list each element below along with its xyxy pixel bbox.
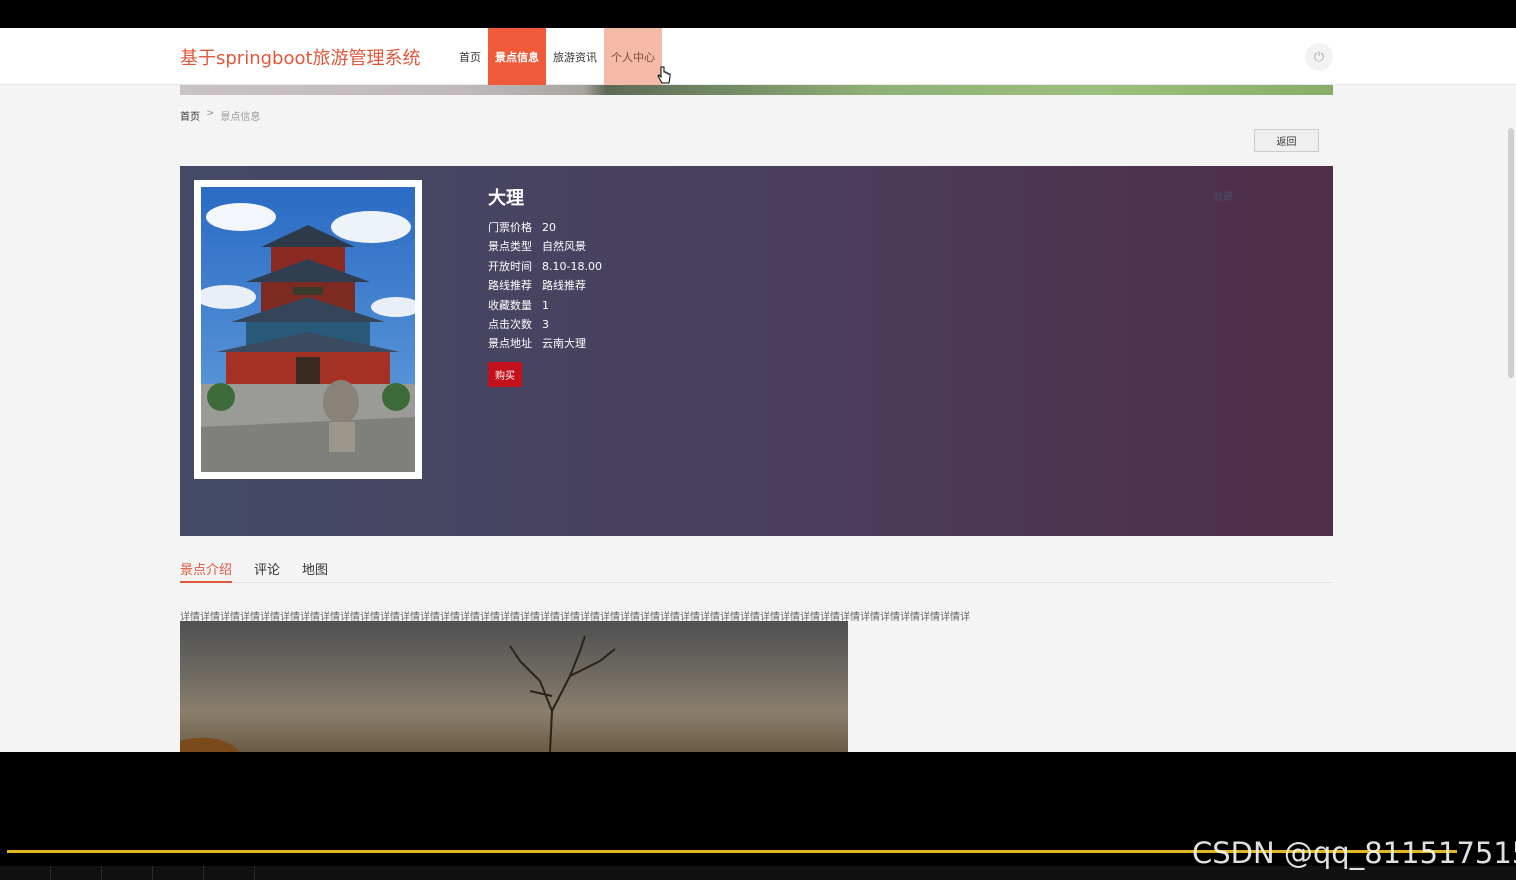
control-slot[interactable] <box>153 866 204 880</box>
nav-attractions[interactable]: 景点信息 <box>488 28 546 85</box>
buy-button[interactable]: 购买 <box>488 361 522 387</box>
control-slot[interactable] <box>204 866 255 880</box>
attraction-info: 大理 门票价格 20 景点类型 自然风景 开放时间 8.10-18.00 路线推… <box>488 184 602 387</box>
info-value: 8.10-18.00 <box>542 259 602 273</box>
web-page: 基于springboot旅游管理系统 首页 景点信息 旅游资讯 个人中心 ⏻ 首… <box>0 28 1516 752</box>
info-row-route: 路线推荐 路线推荐 <box>488 276 602 295</box>
info-value: 自然风景 <box>542 240 586 254</box>
info-row-address: 景点地址 云南大理 <box>488 334 602 353</box>
info-key: 开放时间 <box>488 259 532 273</box>
info-value: 3 <box>542 318 549 332</box>
info-row-hours: 开放时间 8.10-18.00 <box>488 257 602 276</box>
info-value: 云南大理 <box>542 337 586 351</box>
tab-intro[interactable]: 景点介绍 <box>180 556 233 583</box>
hand-cursor-icon <box>657 66 671 84</box>
tab-comments[interactable]: 评论 <box>254 556 280 583</box>
info-key: 点击次数 <box>488 318 532 332</box>
attraction-photo-frame <box>194 180 422 479</box>
info-value: 1 <box>542 298 549 312</box>
banner-image <box>180 85 1333 95</box>
attraction-detail-card: 大理 门票价格 20 景点类型 自然风景 开放时间 8.10-18.00 路线推… <box>180 166 1333 536</box>
nav-user-center[interactable]: 个人中心 <box>604 28 662 85</box>
description-image <box>180 621 848 752</box>
info-row-type: 景点类型 自然风景 <box>488 237 602 256</box>
breadcrumb-home[interactable]: 首页 <box>180 108 200 123</box>
video-frame: 基于springboot旅游管理系统 首页 景点信息 旅游资讯 个人中心 ⏻ 首… <box>0 0 1516 880</box>
info-key: 路线推荐 <box>488 279 532 293</box>
control-slot[interactable] <box>102 866 153 880</box>
nav-news[interactable]: 旅游资讯 <box>546 28 604 85</box>
control-slot[interactable] <box>51 866 102 880</box>
site-header: 基于springboot旅游管理系统 首页 景点信息 旅游资讯 个人中心 ⏻ <box>0 28 1516 85</box>
page-scrollbar[interactable] <box>1508 128 1514 378</box>
top-letterbox <box>0 0 1516 28</box>
info-key: 景点类型 <box>488 240 532 254</box>
info-key: 收藏数量 <box>488 298 532 312</box>
site-logo[interactable]: 基于springboot旅游管理系统 <box>180 44 421 70</box>
breadcrumb-separator: > <box>206 108 215 119</box>
detail-tabs: 景点介绍 评论 地图 <box>180 556 1333 583</box>
breadcrumb: 首页 > 景点信息 <box>180 108 260 123</box>
breadcrumb-current: 景点信息 <box>220 112 261 123</box>
power-icon[interactable]: ⏻ <box>1305 43 1333 71</box>
tab-map[interactable]: 地图 <box>302 556 328 583</box>
nav-home[interactable]: 首页 <box>452 28 488 85</box>
control-slot[interactable] <box>0 866 51 880</box>
info-key: 景点地址 <box>488 337 532 351</box>
info-row-favorites: 收藏数量 1 <box>488 296 602 315</box>
info-value: 20 <box>542 221 556 234</box>
attraction-name: 大理 <box>488 188 524 209</box>
info-row-price: 门票价格 20 <box>488 218 602 237</box>
back-button[interactable]: 返回 <box>1254 129 1319 152</box>
info-value: 路线推荐 <box>542 279 586 293</box>
main-nav: 首页 景点信息 旅游资讯 个人中心 <box>452 28 662 85</box>
info-key: 门票价格 <box>488 221 532 234</box>
favorite-button[interactable]: 收藏 <box>1213 188 1233 203</box>
watermark: CSDN @qq_811517515 <box>1192 836 1516 870</box>
attraction-photo <box>201 187 415 472</box>
info-row-clicks: 点击次数 3 <box>488 315 602 334</box>
